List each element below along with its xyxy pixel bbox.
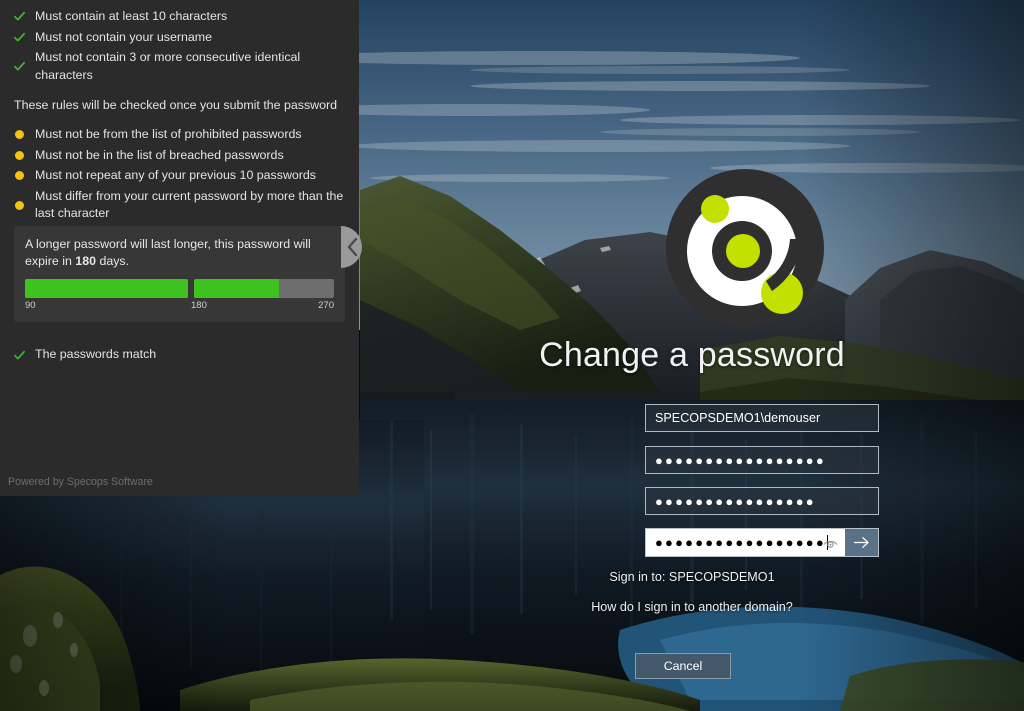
progress-segment-1-fill: [25, 278, 188, 298]
rule-text: Must not be from the list of prohibited …: [35, 127, 302, 141]
rule-text: Must contain at least 10 characters: [35, 9, 228, 23]
expiry-text: A longer password will last longer, this…: [25, 236, 334, 270]
username-value: SPECOPSDEMO1\demouser: [655, 411, 821, 425]
check-icon: [14, 347, 30, 364]
rule-item: Must not repeat any of your previous 10 …: [14, 167, 345, 185]
expiry-text-after: days.: [99, 253, 130, 268]
check-icon: [14, 8, 30, 25]
pending-rules-note: These rules will be checked once you sub…: [14, 98, 338, 112]
rule-text: Must differ from your current password b…: [35, 188, 344, 221]
progress-segment-2-fill: [194, 278, 280, 298]
old-password-value: ●●●●●●●●●●●●●●●●●: [655, 452, 826, 468]
rule-item: Must not contain 3 or more consecutive i…: [14, 49, 345, 84]
eye-icon[interactable]: [823, 537, 838, 549]
rule-text: Must not contain 3 or more consecutive i…: [35, 50, 301, 82]
pending-rules-list: Must not be from the list of prohibited …: [14, 126, 345, 223]
passwords-match-row: The passwords match: [14, 346, 345, 363]
password-policy-panel: Must contain at least 10 characters Must…: [0, 0, 359, 496]
passwords-match-text: The passwords match: [35, 346, 157, 361]
rule-text: Must not contain your username: [35, 29, 213, 44]
pending-dot-icon: [14, 126, 30, 143]
rule-item: Must not contain your username: [14, 29, 345, 47]
logon-pane: Change a password SPECOPSDEMO1\demouser …: [360, 0, 1024, 711]
expiry-progress-bar: [25, 278, 334, 298]
username-input[interactable]: SPECOPSDEMO1\demouser: [645, 404, 879, 432]
check-icon: [14, 58, 30, 75]
pending-dot-icon: [14, 167, 30, 184]
rule-item: Must differ from your current password b…: [14, 188, 345, 223]
new-password-input[interactable]: ●●●●●●●●●●●●●●●●: [645, 487, 879, 515]
progress-scale: 90 180 270: [25, 300, 334, 313]
arrow-right-icon: [854, 536, 869, 549]
scale-label-min: 90: [25, 299, 36, 311]
page-title: Change a password: [539, 336, 845, 374]
powered-by-label: Powered by Specops Software: [8, 476, 153, 488]
confirm-password-row: ●●●●●●●●●●●●●●●●●: [645, 528, 879, 557]
old-password-input[interactable]: ●●●●●●●●●●●●●●●●●: [645, 446, 879, 474]
rule-item: Must contain at least 10 characters: [14, 8, 345, 26]
check-icon: [14, 29, 30, 46]
pending-dot-icon: [14, 147, 30, 164]
sign-in-to-label: Sign in to: SPECOPSDEMO1: [609, 570, 775, 584]
cancel-button[interactable]: Cancel: [635, 653, 731, 679]
confirm-password-value: ●●●●●●●●●●●●●●●●●: [655, 535, 826, 550]
panel-collapse-handle[interactable]: [341, 226, 369, 268]
pending-dot-icon: [14, 197, 30, 214]
another-domain-link[interactable]: How do I sign in to another domain?: [360, 600, 1024, 614]
panel-content: Must contain at least 10 characters Must…: [0, 0, 359, 496]
expiry-days-value: 180: [75, 253, 96, 268]
scale-label-mid: 180: [191, 299, 207, 311]
specops-logo-icon: [666, 169, 824, 327]
submit-button[interactable]: [845, 529, 878, 556]
satisfied-rules-list: Must contain at least 10 characters Must…: [14, 8, 345, 84]
rule-text: Must not be in the list of breached pass…: [35, 147, 284, 162]
confirm-password-input[interactable]: ●●●●●●●●●●●●●●●●●: [646, 529, 845, 556]
scale-label-max: 270: [318, 299, 334, 311]
progress-segment-1: [25, 278, 188, 298]
progress-segment-2: [194, 278, 334, 298]
expiry-card: A longer password will last longer, this…: [14, 225, 345, 322]
expiry-text-before: A longer password will last longer, this…: [25, 236, 311, 268]
rule-text: Must not repeat any of your previous 10 …: [35, 168, 317, 182]
rule-item: Must not be from the list of prohibited …: [14, 126, 345, 144]
rule-item: Must not be in the list of breached pass…: [14, 147, 345, 165]
new-password-value: ●●●●●●●●●●●●●●●●: [655, 493, 816, 509]
